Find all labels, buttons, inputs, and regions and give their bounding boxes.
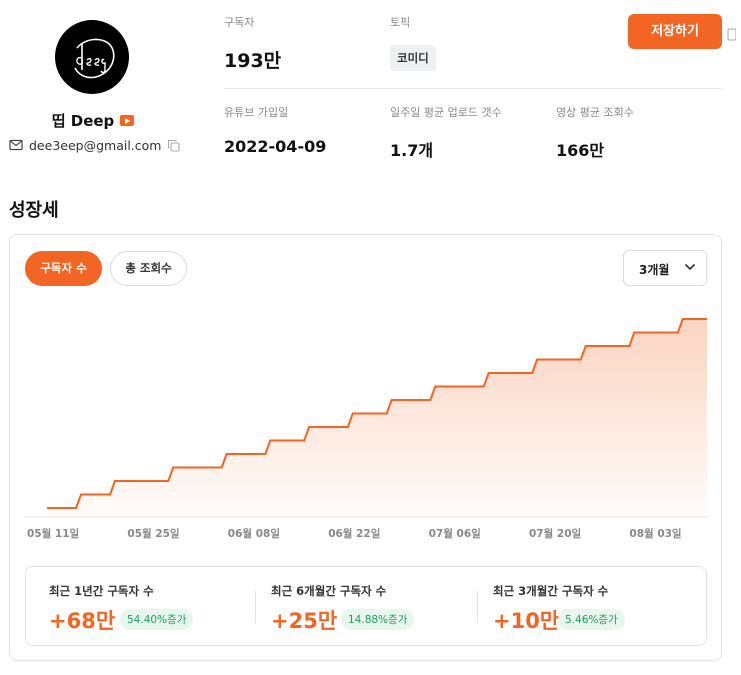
copy-icon[interactable] (726, 26, 736, 42)
x-tick-label: 07월 06일 (429, 527, 481, 540)
summary-value: +25만 (271, 609, 338, 633)
youtube-icon[interactable] (120, 115, 135, 126)
channel-profile: 띱 Deep dee3eep@gmail.com (0, 0, 210, 170)
avg-views-label: 영상 평균 조회수 (556, 106, 634, 119)
x-tick-label: 05월 11일 (27, 527, 79, 540)
subscribers-stat: 구독자 193만 (224, 14, 281, 73)
x-tick-label: 06월 22일 (328, 527, 380, 540)
x-tick-label: 06월 08일 (228, 527, 280, 540)
avatar-logo-icon (74, 38, 115, 79)
subscriber-growth-chart: 05월 11일 05월 25일 06월 08일 06월 22일 07월 06일 07월 2… (25, 318, 708, 540)
chevron-down-icon (684, 263, 696, 271)
summary-pct-badge: 54.40%증가 (120, 609, 194, 630)
channel-avatar[interactable] (55, 20, 129, 94)
growth-card: 구독자 수 총 조회수 3개월 05월 11일 05월 25일 06월 08일 06월… (9, 234, 722, 661)
email-row: dee3eep@gmail.com (9, 137, 181, 153)
stats-divider (224, 88, 722, 89)
x-tick-label: 08월 03일 (629, 527, 681, 540)
joined-stat: 유튜브 가입일 2022-04-09 (224, 104, 326, 156)
x-tick-label: 07월 20일 (529, 527, 581, 540)
period-select[interactable]: 3개월 (623, 250, 707, 286)
x-tick-label: 05월 25일 (127, 527, 179, 540)
channel-name-text: 띱 Deep (51, 112, 115, 130)
save-button[interactable]: 저장하기 (628, 14, 722, 49)
summary-label: 최근 6개월간 구독자 수 (271, 584, 387, 598)
weekly-uploads-stat: 일주일 평균 업로드 갯수 1.7개 (390, 104, 502, 161)
subscribers-value: 193만 (224, 50, 282, 72)
email-text: dee3eep@gmail.com (29, 137, 162, 153)
summary-value: +68만 (49, 609, 116, 633)
joined-value: 2022-04-09 (224, 137, 327, 156)
weekly-uploads-value: 1.7개 (390, 141, 434, 160)
channel-name: 띱 Deep (0, 110, 186, 131)
summary-pct-badge: 5.46%증가 (558, 609, 625, 630)
avg-views-value: 166만 (556, 141, 605, 160)
topic-chip[interactable]: 코미디 (390, 45, 436, 71)
period-value: 3개월 (639, 263, 670, 277)
summary-divider (477, 591, 478, 623)
joined-label: 유튜브 가입일 (224, 106, 289, 119)
growth-summary: 최근 1년간 구독자 수 +68만 54.40%증가 최근 6개월간 구독자 수… (25, 566, 707, 646)
save-button-label: 저장하기 (651, 24, 699, 39)
mail-icon (9, 139, 23, 151)
copy-icon[interactable] (167, 139, 181, 152)
topic-label: 토픽 (390, 16, 411, 29)
weekly-uploads-label: 일주일 평균 업로드 갯수 (390, 106, 502, 119)
tab-total-views[interactable]: 총 조회수 (110, 251, 187, 286)
summary-pct-badge: 14.88%증가 (341, 609, 415, 630)
summary-label: 최근 3개월간 구독자 수 (493, 584, 609, 598)
subscribers-label: 구독자 (224, 16, 255, 29)
avg-views-stat: 영상 평균 조회수 166만 (556, 104, 634, 161)
summary-label: 최근 1년간 구독자 수 (49, 584, 154, 598)
series-area (47, 319, 707, 517)
summary-divider (255, 591, 256, 623)
summary-value: +10만 (493, 609, 560, 633)
growth-title: 성장세 (9, 200, 59, 221)
tab-subscribers[interactable]: 구독자 수 (25, 251, 102, 286)
topic-stat: 토픽 코미디 (390, 14, 436, 71)
